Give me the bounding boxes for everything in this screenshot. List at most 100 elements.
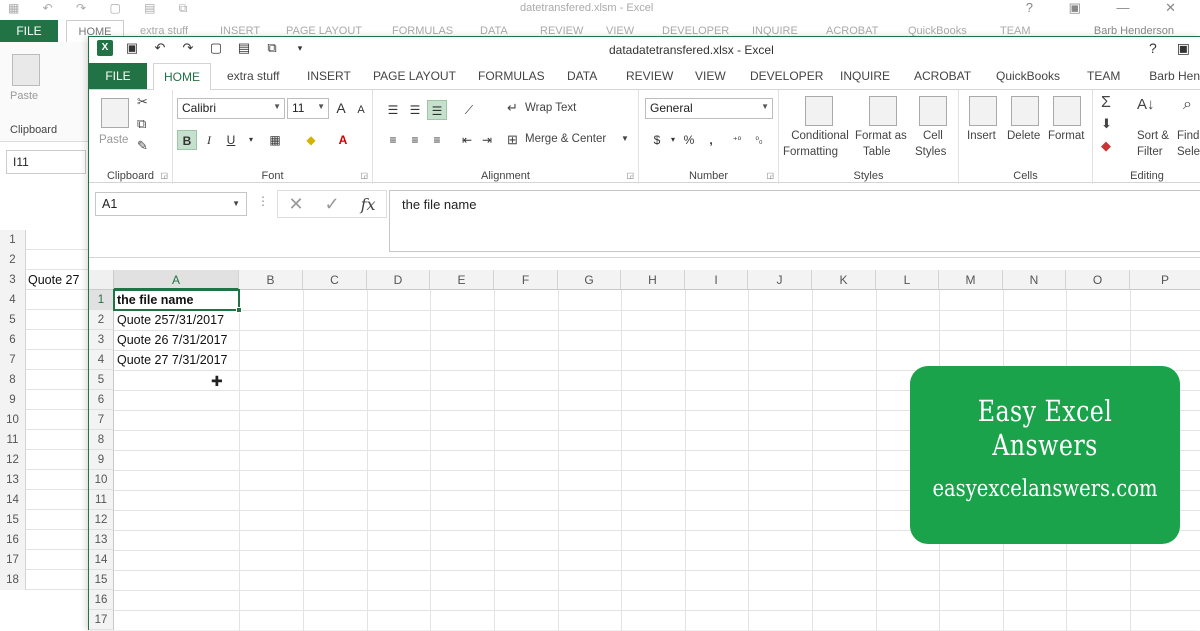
print-preview-icon[interactable]: ▤: [235, 40, 253, 56]
background-paste-icon[interactable]: [12, 54, 40, 86]
column-header-k[interactable]: K: [812, 270, 876, 290]
row-header-10[interactable]: 10: [89, 470, 114, 490]
cell-a3[interactable]: Quote 26 7/31/2017: [117, 330, 228, 350]
row-header-15[interactable]: 15: [89, 570, 114, 590]
background-row-header[interactable]: 13: [0, 470, 26, 490]
orientation-icon[interactable]: ⟋: [459, 100, 479, 120]
row-header-4[interactable]: 4: [89, 350, 114, 370]
column-header-h[interactable]: H: [621, 270, 685, 290]
cell-styles-label-1[interactable]: Cell: [923, 130, 943, 142]
background-row-header[interactable]: 18: [0, 570, 26, 590]
tab-insert[interactable]: INSERT: [307, 69, 351, 83]
background-row-header[interactable]: 14: [0, 490, 26, 510]
row-header-6[interactable]: 6: [89, 390, 114, 410]
merge-dropdown-icon[interactable]: ▼: [621, 134, 629, 143]
font-color-icon[interactable]: A: [333, 130, 353, 150]
grow-font-button[interactable]: A: [331, 98, 351, 118]
tab-view[interactable]: VIEW: [695, 69, 726, 83]
column-header-g[interactable]: G: [558, 270, 621, 290]
align-bottom-icon[interactable]: ☰: [427, 100, 447, 120]
insert-button[interactable]: Insert: [967, 130, 996, 142]
column-header-n[interactable]: N: [1003, 270, 1066, 290]
background-row-header[interactable]: 11: [0, 430, 26, 450]
underline-button[interactable]: U: [221, 130, 241, 150]
delete-cells-icon[interactable]: [1011, 96, 1039, 126]
background-row-header[interactable]: 17: [0, 550, 26, 570]
conditional-formatting-label-2[interactable]: Formatting: [783, 146, 838, 158]
column-header-l[interactable]: L: [876, 270, 939, 290]
background-row-header[interactable]: 5: [0, 310, 26, 330]
column-header-e[interactable]: E: [430, 270, 494, 290]
help-icon[interactable]: ?: [1149, 40, 1157, 57]
percent-button[interactable]: %: [679, 130, 699, 150]
background-row-header[interactable]: 4: [0, 290, 26, 310]
column-header-d[interactable]: D: [367, 270, 430, 290]
redo-icon[interactable]: ↷: [179, 40, 197, 56]
fill-handle[interactable]: [236, 307, 242, 313]
number-launcher-icon[interactable]: ◲: [766, 171, 774, 180]
font-name-select[interactable]: Calibri ▼: [177, 98, 285, 119]
merge-center-icon[interactable]: ⊞: [507, 132, 518, 148]
row-header-9[interactable]: 9: [89, 450, 114, 470]
column-header-f[interactable]: F: [494, 270, 558, 290]
select-all-corner[interactable]: [89, 270, 114, 290]
background-row-header[interactable]: 8: [0, 370, 26, 390]
delete-button[interactable]: Delete: [1007, 130, 1040, 142]
ribbon-display-icon[interactable]: ▣: [1177, 40, 1190, 57]
active-cell-selection[interactable]: [113, 289, 242, 313]
customize-qat-icon[interactable]: ▾: [291, 43, 309, 54]
background-row-header[interactable]: 2: [0, 250, 26, 270]
row-header-5[interactable]: 5: [89, 370, 114, 390]
conditional-formatting-icon[interactable]: [805, 96, 833, 126]
formula-bar-grip-icon[interactable]: ⋮: [257, 194, 269, 208]
clipboard-launcher-icon[interactable]: ◲: [160, 171, 168, 180]
decrease-indent-icon[interactable]: ⇤: [457, 130, 477, 150]
sort-filter-label-1[interactable]: Sort &: [1137, 130, 1169, 142]
cell-a4[interactable]: Quote 27 7/31/2017: [117, 350, 228, 370]
background-row-header[interactable]: 16: [0, 530, 26, 550]
formula-input[interactable]: the file name: [389, 190, 1200, 252]
align-middle-icon[interactable]: ☰: [405, 100, 425, 120]
row-header-11[interactable]: 11: [89, 490, 114, 510]
column-header-b[interactable]: B: [239, 270, 303, 290]
bold-button[interactable]: B: [177, 130, 197, 150]
cell-styles-icon[interactable]: [919, 96, 947, 126]
background-name-box[interactable]: I11: [6, 150, 86, 174]
comma-button[interactable]: ,: [701, 130, 721, 150]
background-row-header[interactable]: 6: [0, 330, 26, 350]
format-cells-icon[interactable]: [1053, 96, 1081, 126]
tab-inquire[interactable]: INQUIRE: [840, 69, 890, 83]
conditional-formatting-label-1[interactable]: Conditional: [785, 130, 855, 142]
find-select-label-2[interactable]: Selec: [1177, 146, 1200, 158]
find-select-icon[interactable]: ⌕: [1183, 96, 1192, 114]
paste-button[interactable]: Paste: [99, 134, 128, 146]
background-row-header[interactable]: 12: [0, 450, 26, 470]
tab-data[interactable]: DATA: [567, 69, 597, 83]
confirm-entry-icon[interactable]: ✓: [325, 194, 340, 215]
format-button[interactable]: Format: [1048, 130, 1084, 142]
column-header-p[interactable]: P: [1130, 270, 1200, 290]
tab-review[interactable]: REVIEW: [626, 69, 673, 83]
tab-developer[interactable]: DEVELOPER: [750, 69, 823, 83]
row-header-2[interactable]: 2: [89, 310, 114, 330]
row-header-8[interactable]: 8: [89, 430, 114, 450]
align-center-icon[interactable]: ≡: [405, 130, 425, 150]
italic-button[interactable]: I: [199, 130, 219, 150]
background-tab-file[interactable]: FILE: [0, 20, 58, 42]
user-account[interactable]: Barb Hen: [1149, 69, 1200, 83]
number-format-select[interactable]: General ▼: [645, 98, 773, 119]
column-header-a[interactable]: A: [114, 270, 239, 290]
fill-icon[interactable]: ⬇: [1101, 116, 1112, 132]
column-header-m[interactable]: M: [939, 270, 1003, 290]
insert-function-button[interactable]: fx: [361, 195, 376, 214]
row-header-3[interactable]: 3: [89, 330, 114, 350]
save-icon[interactable]: ▣: [123, 40, 141, 56]
copy-format-icon[interactable]: ⧉: [263, 40, 281, 56]
fill-color-icon[interactable]: ◆: [301, 130, 321, 150]
font-size-select[interactable]: 11 ▼: [287, 98, 329, 119]
row-header-13[interactable]: 13: [89, 530, 114, 550]
background-cell-a3[interactable]: Quote 27: [28, 270, 79, 290]
align-left-icon[interactable]: ≡: [383, 130, 403, 150]
row-header-16[interactable]: 16: [89, 590, 114, 610]
copy-icon[interactable]: ⧉: [137, 116, 146, 132]
